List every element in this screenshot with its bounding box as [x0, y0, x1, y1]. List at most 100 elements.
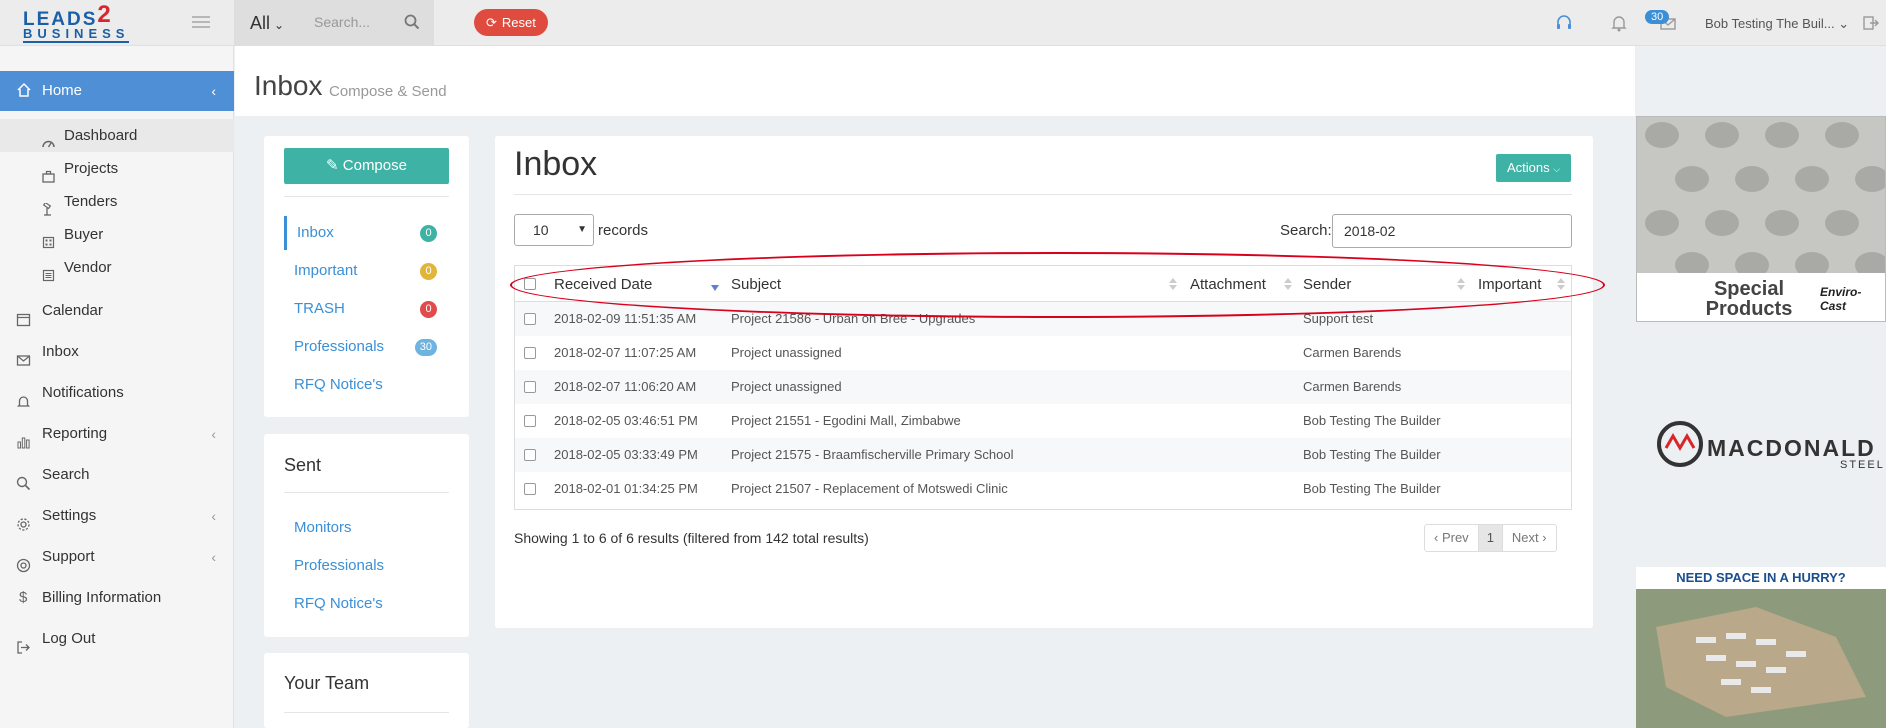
records-per-page-select[interactable]: 10 ▼ [514, 214, 594, 246]
sidebar: Home ‹ Dashboard Projects Tenders Buyer … [0, 46, 234, 728]
chevron-left-icon: ‹ [1434, 530, 1442, 545]
dollar-icon: $ [19, 589, 28, 606]
inbox-heading: Inbox [514, 145, 598, 183]
bell-icon[interactable] [1610, 14, 1628, 32]
sidebar-item-vendor[interactable]: Vendor [0, 251, 234, 284]
table-row[interactable]: 2018-02-07 11:07:25 AM Project unassigne… [515, 336, 1571, 370]
chevron-right-icon: › [1538, 530, 1547, 545]
sidebar-item-notifications[interactable]: Notifications [0, 373, 234, 413]
row-checkbox[interactable] [524, 449, 536, 461]
row-checkbox[interactable] [524, 483, 536, 495]
team-title: Your Team [284, 673, 370, 693]
ad-aerial-image [1636, 567, 1886, 728]
folder-professionals[interactable]: Professionals 30 [284, 330, 449, 364]
ad-headline: NEED SPACE IN A HURRY? [1636, 567, 1886, 589]
chevron-down-icon: ⌄ [1838, 16, 1850, 31]
search-scope-dropdown[interactable]: All ⌄ [250, 13, 284, 34]
sort-icon[interactable] [1169, 277, 1177, 291]
sidebar-item-dashboard[interactable]: Dashboard [0, 119, 234, 152]
chevron-down-icon: ⌵ [1553, 164, 1561, 174]
ad-texture-image [1637, 117, 1885, 278]
sidebar-item-calendar[interactable]: Calendar [0, 291, 234, 331]
logo[interactable]: LEADS2 BUSINESS [18, 1, 136, 44]
next-page-button[interactable]: Next › [1503, 525, 1556, 551]
sort-icon[interactable] [1557, 277, 1565, 291]
table-row[interactable]: 2018-02-05 03:46:51 PM Project 21551 - E… [515, 404, 1571, 438]
sidebar-item-settings[interactable]: Settings ‹ [0, 496, 234, 536]
sort-icon[interactable] [1284, 277, 1292, 291]
sent-item-monitors[interactable]: Monitors [284, 511, 449, 545]
search-icon[interactable] [404, 14, 420, 30]
sidebar-item-search[interactable]: Search [0, 455, 234, 495]
sent-title: Sent [284, 455, 322, 475]
records-label: records [598, 222, 649, 239]
prev-page-button[interactable]: ‹ Prev [1425, 525, 1478, 551]
global-search-input[interactable]: Search... [314, 14, 370, 30]
sort-icon[interactable] [1457, 277, 1465, 291]
pagination: ‹ Prev 1 Next › [1424, 524, 1557, 552]
logo-text-bottom: BUSINESS [23, 26, 130, 43]
count-badge: 0 [420, 301, 437, 318]
table-row[interactable]: 2018-02-01 01:34:25 PM Project 21507 - R… [515, 472, 1571, 506]
actions-button[interactable]: Actions ⌵ [1496, 154, 1571, 182]
top-bar: LEADS2 BUSINESS All ⌄ Search... ⟳ Reset 30… [0, 0, 1886, 46]
sidebar-item-home[interactable]: Home ‹ [0, 71, 234, 111]
ad-title: Special Products [1705, 278, 1793, 320]
sidebar-item-projects[interactable]: Projects [0, 152, 234, 185]
sent-item-professionals[interactable]: Professionals [284, 549, 449, 583]
row-checkbox[interactable] [524, 313, 536, 325]
table-row[interactable]: 2018-02-07 11:06:20 AM Project unassigne… [515, 370, 1571, 404]
edit-icon: ✎ [326, 157, 343, 174]
sidebar-item-reporting[interactable]: Reporting ‹ [0, 414, 234, 454]
inbox-search-input[interactable]: 2018-02 [1332, 214, 1572, 248]
ad-need-space[interactable]: NEED SPACE IN A HURRY? [1636, 567, 1886, 728]
divider [284, 712, 449, 713]
sidebar-item-logout[interactable]: Log Out [0, 619, 234, 659]
col-attachment[interactable]: Attachment [1190, 276, 1266, 293]
row-checkbox[interactable] [524, 415, 536, 427]
col-subject[interactable]: Subject [731, 276, 781, 293]
sidebar-item-inbox[interactable]: Inbox [0, 332, 234, 372]
row-checkbox[interactable] [524, 381, 536, 393]
reset-button[interactable]: ⟳ Reset [474, 9, 548, 36]
sidebar-item-support[interactable]: Support ‹ [0, 537, 234, 577]
headset-icon[interactable] [1555, 14, 1573, 32]
folder-trash[interactable]: TRASH 0 [284, 292, 449, 326]
chevron-left-icon: ‹ [211, 426, 216, 442]
col-important[interactable]: Important [1478, 276, 1541, 293]
sidebar-item-tenders[interactable]: Tenders [0, 185, 234, 218]
compose-button[interactable]: ✎ Compose [284, 148, 449, 184]
sort-desc-icon[interactable] [711, 280, 719, 294]
col-received-date[interactable]: Received Date [554, 276, 652, 293]
col-sender[interactable]: Sender [1303, 276, 1351, 293]
menu-toggle-icon[interactable] [192, 16, 210, 30]
divider [284, 492, 449, 493]
table-row[interactable]: 2018-02-05 03:33:49 PM Project 21575 - B… [515, 438, 1571, 472]
sidebar-item-billing[interactable]: $ Billing Information [0, 578, 234, 618]
user-menu[interactable]: Bob Testing The Buil... ⌄ [1705, 16, 1849, 32]
count-badge: 30 [414, 339, 437, 356]
global-search: All ⌄ Search... [234, 0, 434, 46]
count-badge: 0 [420, 225, 437, 242]
folder-inbox[interactable]: Inbox 0 [284, 216, 449, 250]
select-all-checkbox[interactable] [524, 278, 536, 290]
folder-rfq-notices[interactable]: RFQ Notice's [284, 368, 449, 402]
page-1-button[interactable]: 1 [1477, 525, 1503, 551]
logout-icon[interactable] [1862, 14, 1880, 32]
table-header: Received Date Subject Attachment Sender … [515, 266, 1571, 302]
dropdown-arrow-icon: ▼ [577, 224, 587, 235]
chevron-left-icon: ‹ [211, 83, 216, 99]
logout-icon [16, 631, 31, 671]
divider [284, 196, 449, 197]
chevron-down-icon: ⌄ [274, 18, 285, 32]
chevron-left-icon: ‹ [211, 508, 216, 524]
search-label: Search: [1280, 222, 1332, 239]
sidebar-item-buyer[interactable]: Buyer [0, 218, 234, 251]
folder-important[interactable]: Important 0 [284, 254, 449, 288]
home-icon [17, 82, 31, 97]
sent-item-rfq-notices[interactable]: RFQ Notice's [284, 587, 449, 621]
logo-text-two: 2 [97, 1, 111, 28]
table-row[interactable]: 2018-02-09 11:51:35 AM Project 21586 - U… [515, 302, 1571, 336]
row-checkbox[interactable] [524, 347, 536, 359]
macdonald-logo-icon[interactable] [1656, 420, 1704, 468]
